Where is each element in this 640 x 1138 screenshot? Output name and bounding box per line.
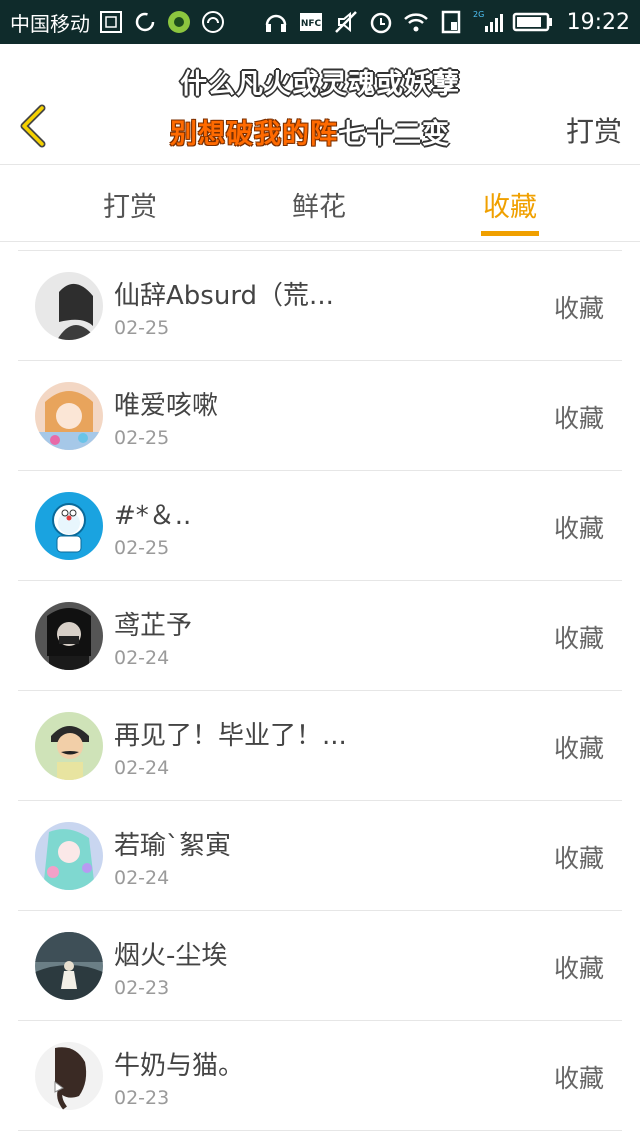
sync-icon: [135, 12, 155, 32]
favorite-label: 收藏: [553, 294, 604, 323]
favorite-label: 收藏: [553, 954, 604, 983]
user-name: 烟火-尘埃: [114, 941, 228, 971]
favorite-label: 收藏: [553, 1064, 604, 1093]
user-name: #*＆..: [114, 501, 192, 531]
user-name: 若瑜`絮寅: [114, 831, 232, 861]
avatar: [35, 602, 103, 670]
tab-flowers[interactable]: 鲜花: [292, 185, 346, 224]
favorites-list: 仙辞Absurd（荒... 02-25 收藏 唯爱咳嗽 02-25 收藏 #*＆…: [18, 250, 622, 1131]
page-subtitle: 别想破我的阵七十二变: [170, 112, 450, 151]
list-item[interactable]: 牛奶与猫。 02-23 收藏: [18, 1021, 622, 1131]
chevron-left-icon: [20, 104, 46, 148]
status-bar-left: 中国移动: [10, 0, 226, 44]
reward-button[interactable]: 打赏: [566, 110, 622, 150]
tab-reward[interactable]: 打赏: [103, 185, 157, 224]
battery-icon: [512, 12, 552, 32]
item-date: 02-25: [114, 427, 170, 449]
list-item[interactable]: 烟火-尘埃 02-23 收藏: [18, 911, 622, 1021]
avatar: [35, 822, 103, 890]
mute-icon: [334, 11, 357, 33]
user-name: 仙辞Absurd（荒...: [114, 281, 334, 311]
favorite-label: 收藏: [553, 624, 604, 653]
item-date: 02-25: [114, 317, 170, 339]
avatar: [35, 272, 103, 340]
network-type-label: 2G: [473, 10, 484, 19]
list-item[interactable]: 再见了！毕业了！... 02-24 收藏: [18, 691, 622, 801]
back-button[interactable]: [14, 104, 54, 148]
app-green-icon: [168, 11, 190, 33]
svg-text:NFC: NFC: [300, 19, 321, 29]
avatar: [35, 712, 103, 780]
subtitle-highlight: 别想破我的阵: [170, 119, 338, 150]
user-name: 鸢芷予: [114, 611, 193, 641]
alarm-icon: [370, 12, 391, 34]
tab-bar: 打赏 鲜花 收藏: [0, 165, 640, 242]
user-name: 牛奶与猫。: [114, 1051, 245, 1081]
signal-icon: 2G: [473, 10, 503, 32]
user-name: 再见了！毕业了！...: [114, 721, 347, 751]
item-date: 02-23: [114, 1087, 170, 1109]
wifi-icon: [403, 13, 428, 32]
nfc-icon: NFC: [299, 13, 322, 31]
active-tab-indicator: [481, 231, 539, 236]
item-date: 02-24: [114, 867, 170, 889]
favorite-label: 收藏: [553, 844, 604, 873]
subtitle-rest: 七十二变: [338, 119, 450, 150]
list-item[interactable]: 仙辞Absurd（荒... 02-25 收藏: [18, 250, 622, 361]
item-date: 02-25: [114, 537, 170, 559]
list-item[interactable]: 若瑜`絮寅 02-24 收藏: [18, 801, 622, 911]
status-bar: 中国移动 NFC 2G 19:22: [0, 0, 640, 44]
list-item[interactable]: #*＆.. 02-25 收藏: [18, 471, 622, 581]
app-headset-icon: [202, 11, 224, 33]
tab-favorites[interactable]: 收藏: [483, 185, 537, 224]
favorite-label: 收藏: [553, 734, 604, 763]
sim-status-icon: [441, 10, 460, 34]
list-item[interactable]: 鸢芷予 02-24 收藏: [18, 581, 622, 691]
avatar: [35, 932, 103, 1000]
avatar: [35, 382, 103, 450]
favorite-label: 收藏: [553, 404, 604, 433]
clock: 19:22: [566, 9, 630, 35]
carrier-label: 中国移动: [10, 11, 90, 36]
sim-card-icon: [100, 11, 122, 33]
headphones-icon: [265, 14, 286, 32]
item-date: 02-23: [114, 977, 170, 999]
item-date: 02-24: [114, 647, 170, 669]
status-bar-right: NFC 2G 19:22: [263, 0, 630, 44]
avatar: [35, 492, 103, 560]
avatar: [35, 1042, 103, 1110]
page-title: 什么凡火或灵魂或妖孽: [180, 69, 460, 100]
item-date: 02-24: [114, 757, 170, 779]
favorite-label: 收藏: [553, 514, 604, 543]
list-item[interactable]: 唯爱咳嗽 02-25 收藏: [18, 361, 622, 471]
user-name: 唯爱咳嗽: [114, 391, 219, 421]
